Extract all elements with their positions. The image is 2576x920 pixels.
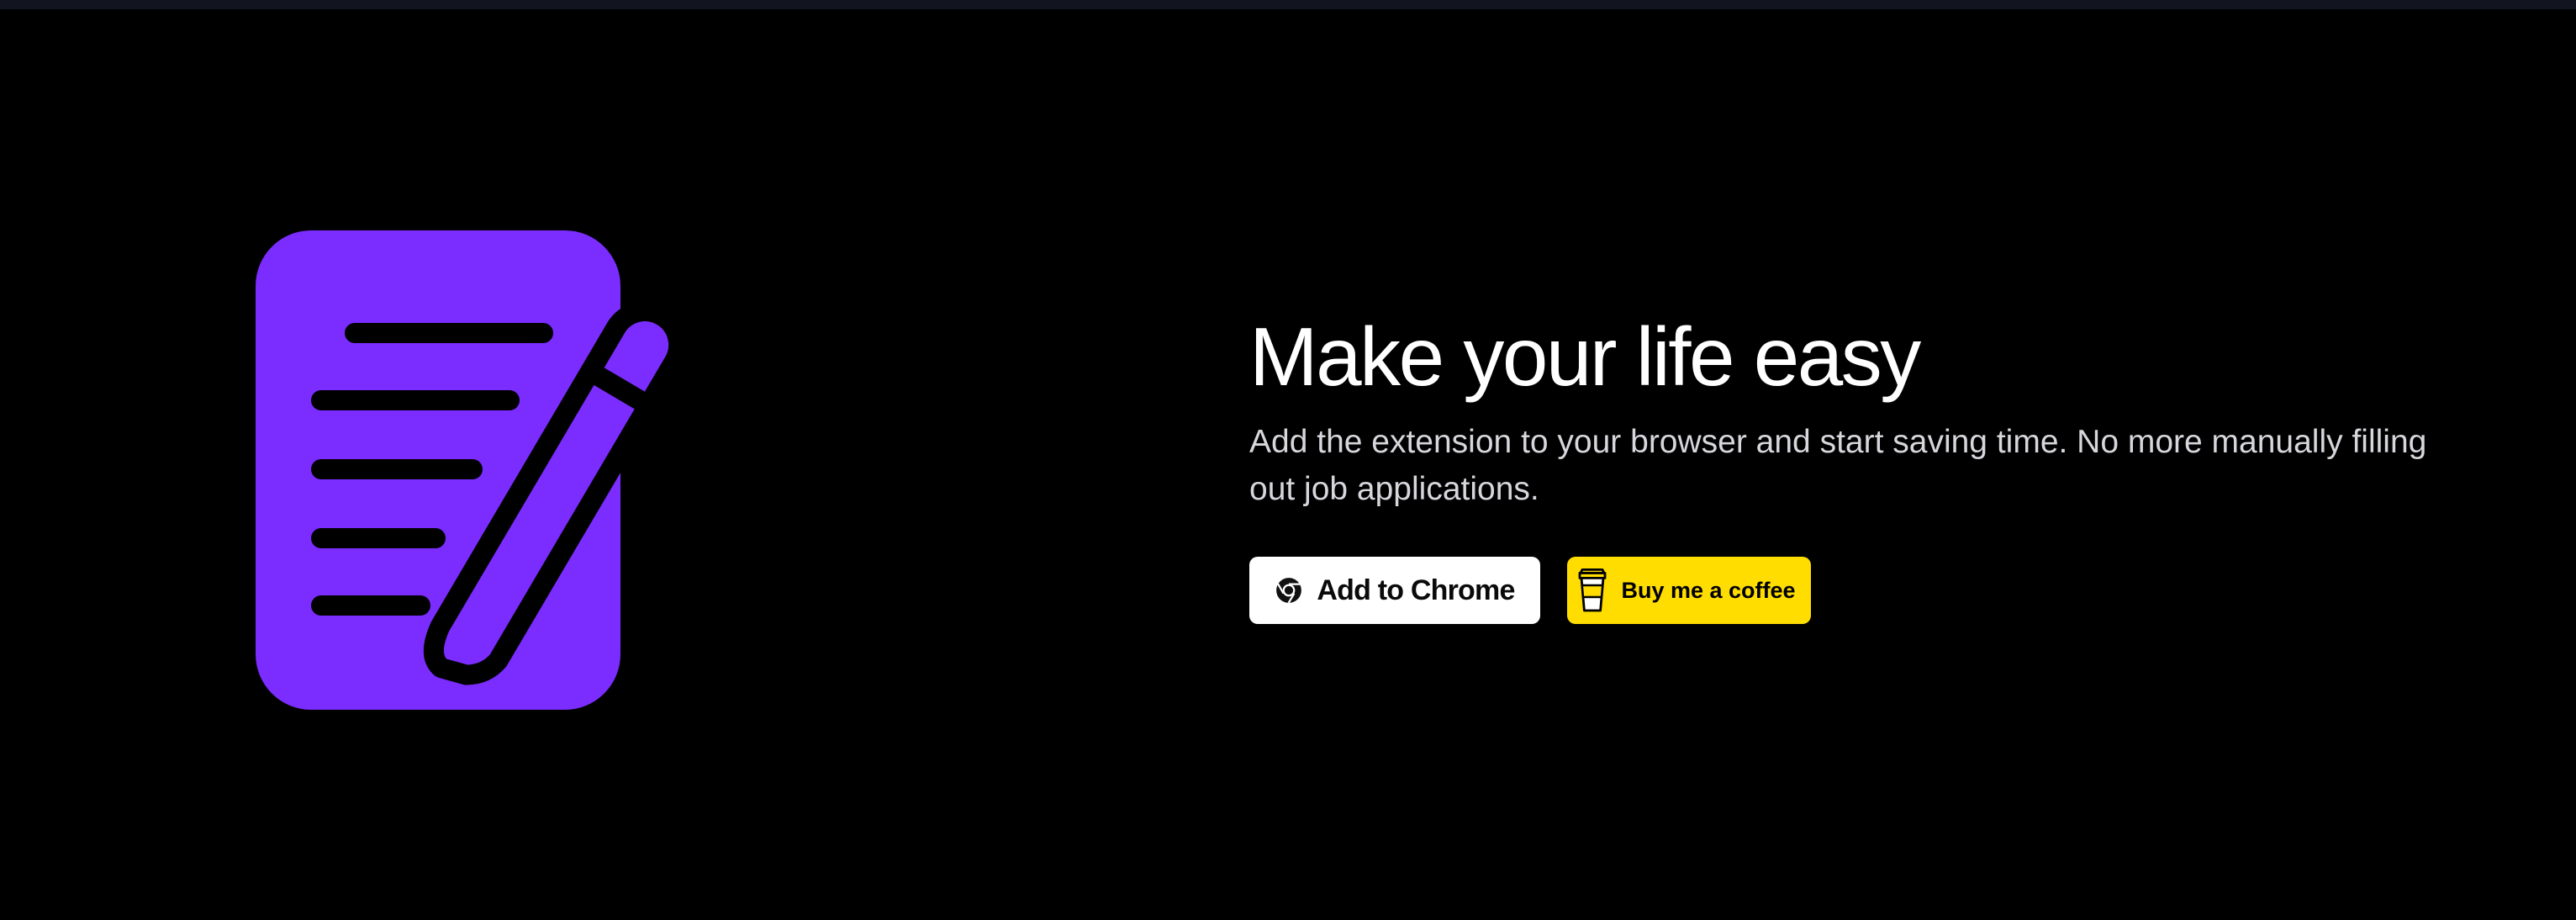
add-to-chrome-label: Add to Chrome	[1317, 574, 1515, 606]
hero-subtitle: Add the extension to your browser and st…	[1249, 424, 2427, 507]
cta-row: Add to Chrome Buy me a coffee	[1249, 557, 2468, 624]
buy-me-a-coffee-button[interactable]: Buy me a coffee	[1567, 557, 1811, 624]
hero-content: Make your life easy Add the extension to…	[1249, 309, 2468, 624]
coffee-cup-icon	[1576, 568, 1609, 613]
add-to-chrome-button[interactable]: Add to Chrome	[1249, 557, 1540, 624]
document-pencil-icon	[256, 229, 693, 713]
chrome-icon	[1275, 576, 1303, 605]
hero-title: Make your life easy	[1249, 310, 1921, 403]
top-strip	[0, 0, 2576, 9]
buy-me-a-coffee-label: Buy me a coffee	[1621, 577, 1796, 603]
